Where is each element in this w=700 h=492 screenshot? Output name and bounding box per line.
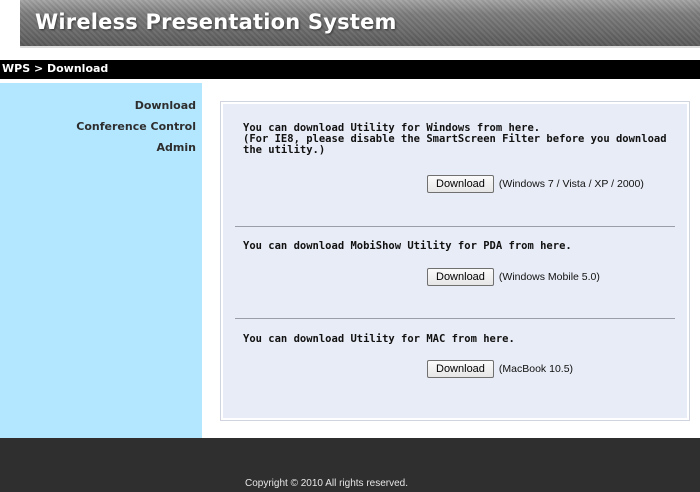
header-banner: Wireless Presentation System [20, 0, 700, 48]
copyright-text: Copyright © 2010 All rights reserved. [245, 478, 409, 489]
section-divider [235, 318, 675, 319]
sidebar: Download Conference Control Admin [0, 83, 202, 438]
pda-version-note: (Windows Mobile 5.0) [498, 271, 600, 283]
sidebar-item-conference-control[interactable]: Conference Control [76, 120, 196, 133]
section-divider [235, 226, 675, 227]
windows-utility-text: You can download Utility for Windows fro… [243, 122, 667, 156]
breadcrumb-bar: WPS > Download [0, 60, 700, 79]
windows-download-row: Download (Windows 7 / Vista / XP / 2000) [427, 175, 644, 193]
footer: Copyright © 2010 All rights reserved. [0, 438, 700, 492]
app-title: Wireless Presentation System [35, 10, 397, 34]
download-mac-button[interactable]: Download [427, 360, 494, 378]
sidebar-item-admin[interactable]: Admin [157, 141, 196, 154]
sidebar-item-download[interactable]: Download [135, 99, 196, 112]
pda-utility-text: You can download MobiShow Utility for PD… [243, 240, 572, 252]
breadcrumb: WPS > Download [2, 62, 109, 75]
mac-utility-text: You can download Utility for MAC from he… [243, 333, 515, 345]
mac-version-note: (MacBook 10.5) [498, 363, 574, 375]
mac-download-row: Download (MacBook 10.5) [427, 360, 573, 378]
download-windows-button[interactable]: Download [427, 175, 494, 193]
pda-download-row: Download (Windows Mobile 5.0) [427, 268, 600, 286]
windows-version-note: (Windows 7 / Vista / XP / 2000) [498, 178, 644, 190]
download-panel: You can download Utility for Windows fro… [223, 104, 687, 418]
download-pda-button[interactable]: Download [427, 268, 494, 286]
